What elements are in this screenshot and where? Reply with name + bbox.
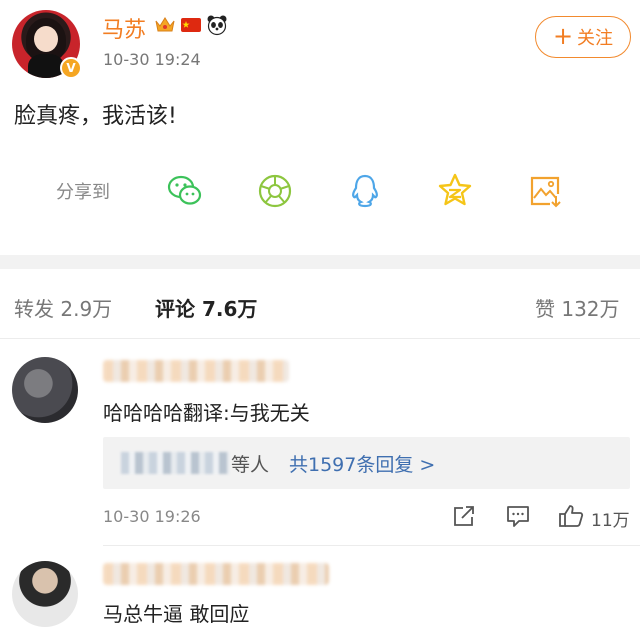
commenter-name-blurred[interactable] [103,360,289,382]
reply-icon[interactable] [505,503,531,529]
tab-comments[interactable]: 评论 7.6万 [155,293,257,322]
panda-icon [207,15,227,36]
qq-icon[interactable] [346,172,384,210]
repost-icon[interactable] [451,503,477,529]
tab-repost[interactable]: 转发 2.9万 [14,293,112,322]
follow-label: 关注 [577,28,614,49]
section-divider [0,255,640,269]
tab-likes-count: 132万 [561,297,620,321]
commenter-avatar[interactable] [12,561,78,627]
tabs-underline [0,338,640,339]
share-label: 分享到 [56,182,110,203]
commenter-name-blurred[interactable] [103,563,329,585]
comment-separator [103,545,640,546]
crown-icon [155,17,175,32]
view-replies-link[interactable]: 共1597条回复 > [289,450,435,477]
tab-likes-label: 赞 [535,297,555,321]
post-header: V 马苏 10-30 19:24 + 关注 [0,0,640,90]
tab-comments-count: 7.6万 [201,297,258,321]
thumbs-up-icon[interactable] [558,503,584,529]
interaction-tabs: 转发 2.9万 评论 7.6万 赞 132万 [0,285,640,331]
wechat-icon[interactable] [166,172,204,210]
moments-icon[interactable] [256,172,294,210]
comment-like-count: 11万 [591,511,630,531]
author-name[interactable]: 马苏 [102,12,146,44]
tab-comments-label: 评论 [155,297,195,321]
reply-users-blurred [121,452,229,474]
save-image-icon[interactable] [526,172,564,210]
tab-likes[interactable]: 赞 132万 [535,293,620,322]
tab-repost-label: 转发 [14,297,54,321]
comment-timestamp: 10-30 19:26 [103,507,201,526]
author-badges [154,14,228,36]
plus-icon: + [552,22,574,50]
follow-button[interactable]: + 关注 [535,16,631,58]
verified-badge-icon: V [60,57,82,79]
commenter-avatar[interactable] [12,357,78,423]
post-timestamp: 10-30 19:24 [103,50,201,69]
comment-text: 哈哈哈哈翻译:与我无关 [103,401,310,425]
comment-text: 马总牛逼 敢回应 [103,602,250,626]
china-flag-icon [181,18,201,32]
reply-suffix: 等人 [231,454,270,476]
tab-repost-count: 2.9万 [60,297,113,321]
qzone-icon[interactable] [436,172,474,210]
post-text: 脸真疼，我活该! [14,104,177,129]
replies-preview[interactable]: 等人 共1597条回复 > [103,437,630,489]
